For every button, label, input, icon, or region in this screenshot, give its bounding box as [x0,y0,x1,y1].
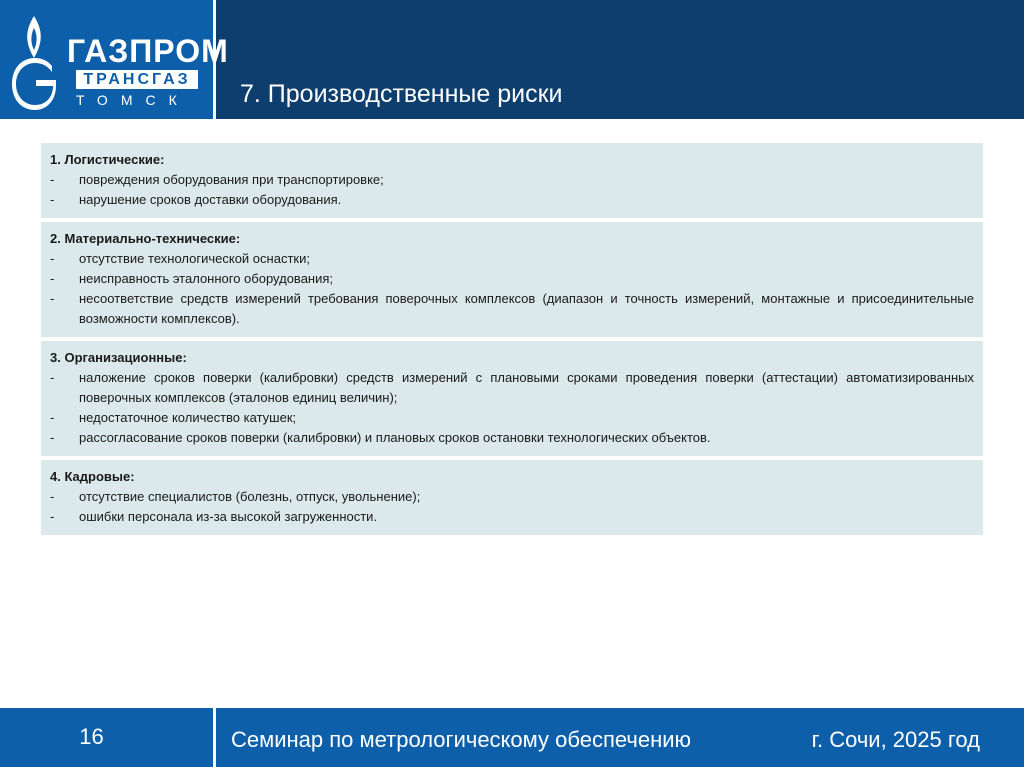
section-title: 4. Кадровые: [50,469,135,484]
list-item: - недостаточное количество катушек; [50,408,974,428]
list-item: - отсутствие технологической оснастки; [50,249,974,269]
page-number: 16 [79,724,104,749]
bullet-dash: - [50,291,55,306]
list-item: - ошибки персонала из-за высокой загружен… [50,507,974,527]
list-item: - наложение сроков поверки (калибровки) с… [50,368,974,408]
list-item-text: наложение сроков поверки (калибровки) ср… [79,370,974,405]
bullet-dash: - [50,430,55,445]
logo-gazprom-text: ГАЗПРОМ [67,33,229,69]
list-item: - несоответствие средств измерений требов… [50,289,974,329]
list-item: - рассогласование сроков поверки (калибро… [50,428,974,448]
section-title: 2. Материально-технические: [50,231,241,246]
footer-divider [213,708,216,767]
footer-seminar-title: Семинар по метрологическому обеспечению [231,727,692,752]
list-item-text: рассогласование сроков поверки (калибров… [79,430,711,445]
section-title: 3. Организационные: [50,350,187,365]
risk-section-logistics: 1. Логистические: - повреждения оборудова… [41,143,983,222]
list-item-text: нарушение сроков доставки оборудования. [79,192,342,207]
bullet-dash: - [50,172,55,187]
bullet-dash: - [50,410,55,425]
list-item-text: отсутствие специалистов (болезнь, отпуск… [79,489,421,504]
logo-transgaz-text: ТРАНСГАЗ [76,70,198,89]
list-item-text: неисправность эталонного оборудования; [79,271,334,286]
header-divider [213,0,216,119]
list-item: - отсутствие специалистов (болезнь, отпус… [50,487,974,507]
bullet-dash: - [50,251,55,266]
section-title: 1. Логистические: [50,152,165,167]
list-item-text: недостаточное количество катушек; [79,410,297,425]
list-item-text: отсутствие технологической оснастки; [79,251,310,266]
risk-list: 1. Логистические: - повреждения оборудова… [41,143,983,539]
slide-title: 7. Производственные риски [240,80,563,108]
logo-tomsk-text: ТОМСК [76,92,190,108]
footer-location-date: г. Сочи, 2025 год [811,727,980,752]
risk-section-organizational: 3. Организационные: - наложение сроков по… [41,341,983,460]
logo-panel: ГАЗПРОМ ТРАНСГАЗ ТОМСК [0,0,228,119]
bullet-dash: - [50,509,55,524]
bullet-dash: - [50,192,55,207]
list-item: - нарушение сроков доставки оборудования. [50,190,974,210]
risk-section-personnel: 4. Кадровые: - отсутствие специалистов (б… [41,460,983,539]
list-item: - неисправность эталонного оборудования; [50,269,974,289]
list-item-text: повреждения оборудования при транспортир… [79,172,384,187]
list-item: - повреждения оборудования при транспорти… [50,170,974,190]
bullet-dash: - [50,370,55,385]
bullet-dash: - [50,489,55,504]
list-item-text: ошибки персонала из-за высокой загруженн… [79,509,378,524]
gazprom-flame-logo-icon [12,16,56,110]
list-item-text: несоответствие средств измерений требова… [79,291,974,326]
risk-section-material: 2. Материально-технические: - отсутствие … [41,222,983,341]
bullet-dash: - [50,271,55,286]
